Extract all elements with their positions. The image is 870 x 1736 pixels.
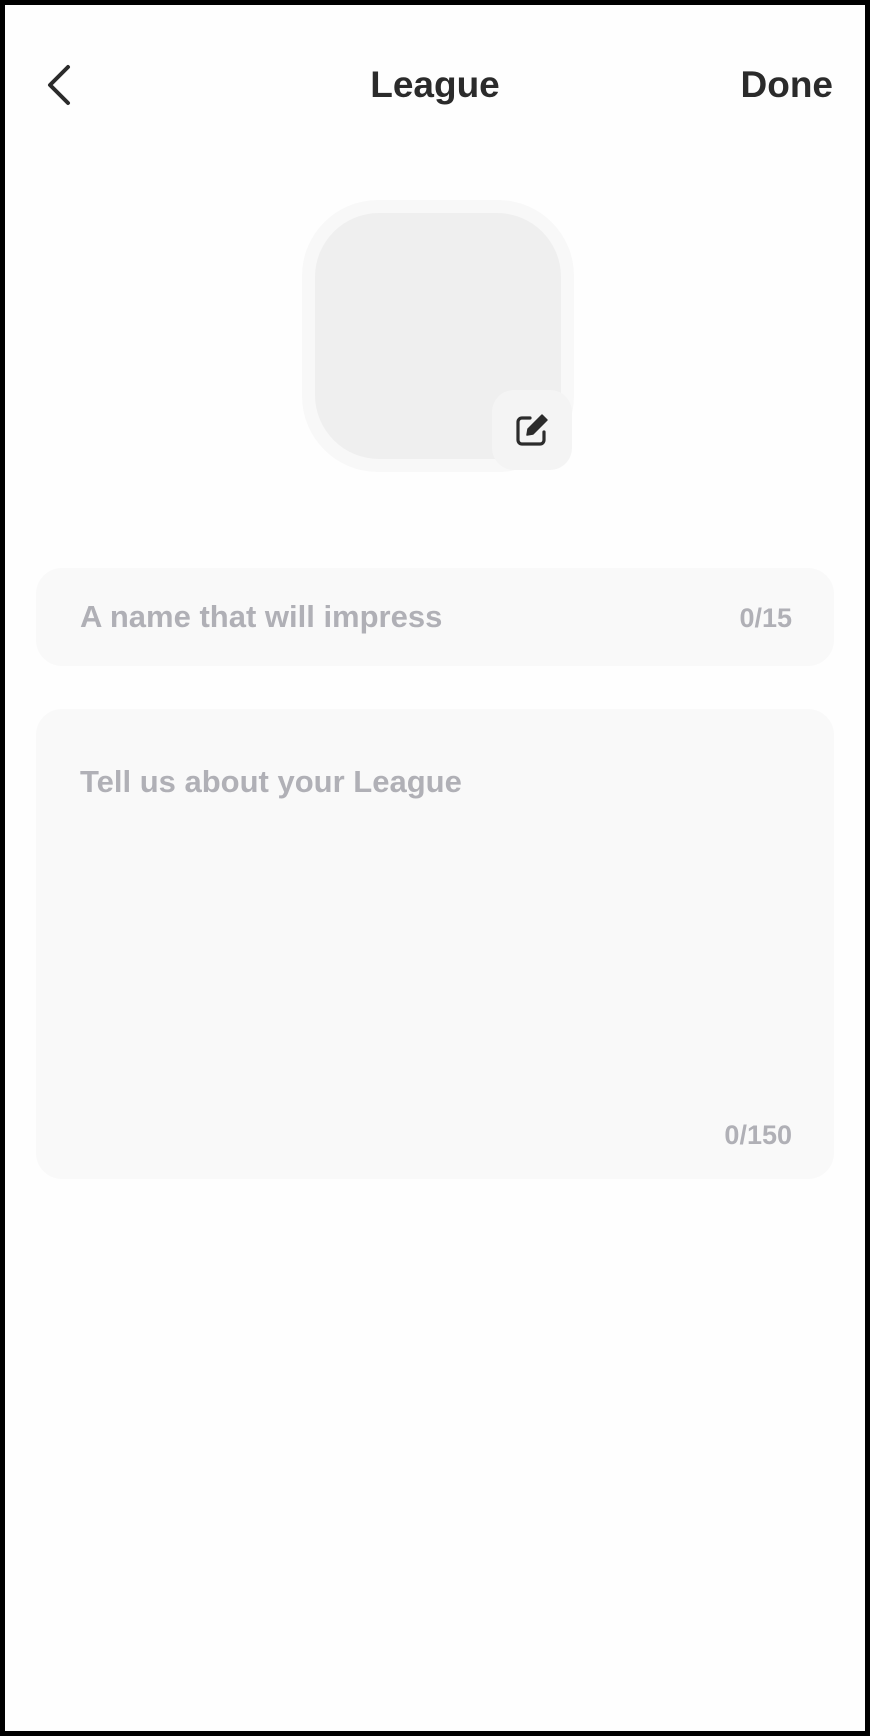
league-description-input[interactable] (80, 763, 790, 1093)
edit-square-icon (516, 414, 548, 446)
name-char-counter: 0/15 (739, 603, 792, 633)
league-edit-screen: League Done 0/15 0/150 (5, 5, 865, 1731)
league-name-field: 0/15 (36, 568, 834, 666)
header: League Done (5, 5, 865, 155)
league-description-field: 0/150 (36, 709, 834, 1179)
description-char-counter: 0/150 (724, 1120, 792, 1150)
edit-avatar-button[interactable] (492, 390, 572, 470)
league-name-input[interactable] (80, 568, 680, 666)
avatar-container (302, 200, 574, 472)
page-title: League (370, 64, 500, 105)
done-button[interactable]: Done (741, 63, 834, 107)
